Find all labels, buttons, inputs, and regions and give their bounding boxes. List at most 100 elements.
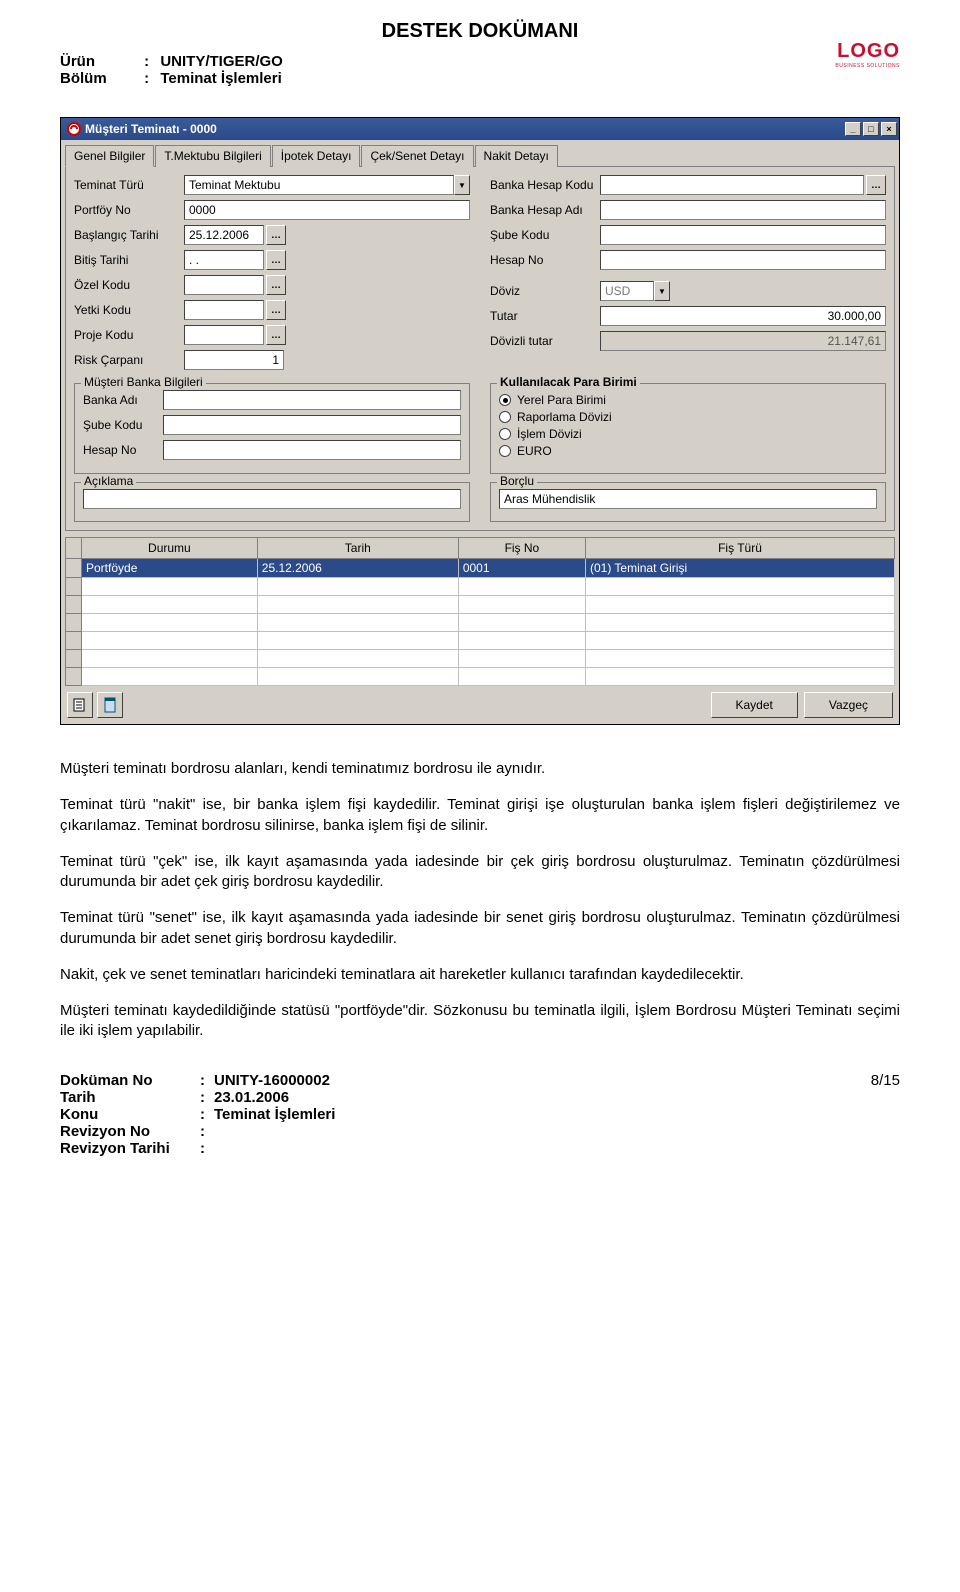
- grid-row[interactable]: [66, 578, 895, 596]
- sube-kodu-label: Şube Kodu: [490, 228, 600, 242]
- grid-row[interactable]: [66, 632, 895, 650]
- radio-raporlama[interactable]: Raporlama Dövizi: [499, 410, 877, 424]
- page-number: 8/15: [871, 1072, 900, 1089]
- left-column: Teminat Türü Teminat Mektubu ▼ Portföy N…: [74, 175, 470, 375]
- para-birimi-title: Kullanılacak Para Birimi: [497, 375, 640, 389]
- paragraph: Müşteri teminatı kaydedildiğinde statüsü…: [60, 1001, 900, 1042]
- chevron-down-icon[interactable]: ▼: [654, 281, 670, 301]
- banka-adi-input[interactable]: [163, 390, 461, 410]
- dovizli-tutar-label: Dövizli tutar: [490, 334, 600, 348]
- bolum-value: Teminat İşlemleri: [160, 70, 281, 87]
- lookup-button[interactable]: …: [266, 325, 286, 345]
- titlebar[interactable]: Müşteri Teminatı - 0000 _ □ ×: [61, 118, 899, 140]
- bitis-tarihi-label: Bitiş Tarihi: [74, 253, 184, 267]
- musteri-banka-group: Müşteri Banka Bilgileri Banka Adı Şube K…: [74, 383, 470, 474]
- aciklama-title: Açıklama: [81, 474, 136, 488]
- close-button[interactable]: ×: [881, 122, 897, 136]
- proje-kodu-input[interactable]: [184, 325, 264, 345]
- minimize-button[interactable]: _: [845, 122, 861, 136]
- tab-panel: Teminat Türü Teminat Mektubu ▼ Portföy N…: [65, 166, 895, 531]
- dovizli-tutar-input: 21.147,61: [600, 331, 886, 351]
- footer-revno-label: Revizyon No: [60, 1123, 200, 1140]
- borclu-title: Borçlu: [497, 474, 537, 488]
- radio-yerel[interactable]: Yerel Para Birimi: [499, 393, 877, 407]
- col-durumu[interactable]: Durumu: [82, 538, 258, 559]
- yetki-kodu-input[interactable]: [184, 300, 264, 320]
- hesap-no-input[interactable]: [600, 250, 886, 270]
- lookup-button[interactable]: …: [266, 275, 286, 295]
- logo-subtext: BUSINESS SOLUTIONS: [835, 63, 900, 69]
- lookup-button[interactable]: …: [866, 175, 886, 195]
- dialog-footer: Kaydet Vazgeç: [61, 686, 899, 724]
- radio-euro[interactable]: EURO: [499, 444, 877, 458]
- cancel-button[interactable]: Vazgeç: [804, 692, 893, 718]
- col-fisno[interactable]: Fiş No: [458, 538, 585, 559]
- portfoy-no-input[interactable]: 0000: [184, 200, 470, 220]
- tab-tmektubu[interactable]: T.Mektubu Bilgileri: [155, 145, 270, 167]
- notes-icon-button[interactable]: [67, 692, 93, 718]
- tab-strip: Genel Bilgiler T.Mektubu Bilgileri İpote…: [61, 140, 899, 166]
- tutar-label: Tutar: [490, 309, 600, 323]
- banka-adi-label: Banka Adı: [83, 393, 163, 407]
- baslangic-tarihi-label: Başlangıç Tarihi: [74, 228, 184, 242]
- sube-kodu-label-2: Şube Kodu: [83, 418, 163, 432]
- footer-konu-value: Teminat İşlemleri: [214, 1106, 335, 1123]
- teminat-turu-select[interactable]: Teminat Mektubu ▼: [184, 175, 470, 195]
- tutar-input[interactable]: 30.000,00: [600, 306, 886, 326]
- document-icon-button[interactable]: [97, 692, 123, 718]
- tab-nakit[interactable]: Nakit Detayı: [475, 145, 558, 167]
- sube-kodu-input-2[interactable]: [163, 415, 461, 435]
- grid-row[interactable]: Portföyde 25.12.2006 0001 (01) Teminat G…: [66, 559, 895, 578]
- risk-carpani-input[interactable]: 1: [184, 350, 284, 370]
- grid-row[interactable]: [66, 650, 895, 668]
- grid-row[interactable]: [66, 668, 895, 686]
- aciklama-input[interactable]: [83, 489, 461, 509]
- grid-area: Durumu Tarih Fiş No Fiş Türü Portföyde 2…: [65, 537, 895, 686]
- banka-hesap-adi-input[interactable]: [600, 200, 886, 220]
- dokuman-no-value: UNITY-16000002: [214, 1072, 330, 1089]
- radio-islem[interactable]: İşlem Dövizi: [499, 427, 877, 441]
- ozel-kodu-input[interactable]: [184, 275, 264, 295]
- right-column: Banka Hesap Kodu … Banka Hesap Adı Şube …: [490, 175, 886, 375]
- radio-icon: [499, 445, 511, 457]
- bitis-tarihi-input[interactable]: . .: [184, 250, 264, 270]
- bolum-label: Bölüm: [60, 70, 140, 87]
- tab-ipotek[interactable]: İpotek Detayı: [272, 145, 361, 167]
- tab-genel-bilgiler[interactable]: Genel Bilgiler: [65, 145, 154, 167]
- risk-carpani-label: Risk Çarpanı: [74, 353, 184, 367]
- paragraph: Teminat türü "nakit" ise, bir banka işle…: [60, 795, 900, 836]
- date-picker-button[interactable]: …: [266, 225, 286, 245]
- footer-konu-label: Konu: [60, 1106, 200, 1123]
- banka-hesap-kodu-input[interactable]: [600, 175, 864, 195]
- teminat-turu-label: Teminat Türü: [74, 178, 184, 192]
- doviz-select[interactable]: USD ▼: [600, 281, 670, 301]
- tab-cek-senet[interactable]: Çek/Senet Detayı: [361, 145, 473, 167]
- baslangic-tarihi-input[interactable]: 25.12.2006: [184, 225, 264, 245]
- footer-tarih-value: 23.01.2006: [214, 1089, 289, 1106]
- paragraph: Müşteri teminatı bordrosu alanları, kend…: [60, 759, 900, 779]
- save-button[interactable]: Kaydet: [711, 692, 798, 718]
- chevron-down-icon[interactable]: ▼: [454, 175, 470, 195]
- sube-kodu-input[interactable]: [600, 225, 886, 245]
- document-header: DESTEK DOKÜMANI Ürün : UNITY/TIGER/GO Bö…: [60, 20, 900, 87]
- doviz-label: Döviz: [490, 284, 600, 298]
- window-title: Müşteri Teminatı - 0000: [85, 122, 843, 136]
- body-text: Müşteri teminatı bordrosu alanları, kend…: [60, 759, 900, 1042]
- col-fisturu[interactable]: Fiş Türü: [585, 538, 894, 559]
- date-picker-button[interactable]: …: [266, 250, 286, 270]
- app-icon: [67, 122, 81, 136]
- footer-tarih-label: Tarih: [60, 1089, 200, 1106]
- transactions-grid[interactable]: Durumu Tarih Fiş No Fiş Türü Portföyde 2…: [65, 537, 895, 686]
- hesap-no-input-2[interactable]: [163, 440, 461, 460]
- borclu-input[interactable]: Aras Mühendislik: [499, 489, 877, 509]
- banka-hesap-adi-label: Banka Hesap Adı: [490, 203, 600, 217]
- col-tarih[interactable]: Tarih: [257, 538, 458, 559]
- borclu-group: Borçlu Aras Mühendislik: [490, 482, 886, 522]
- para-birimi-group: Kullanılacak Para Birimi Yerel Para Biri…: [490, 383, 886, 474]
- lookup-button[interactable]: …: [266, 300, 286, 320]
- grid-row[interactable]: [66, 614, 895, 632]
- paragraph: Nakit, çek ve senet teminatları haricind…: [60, 965, 900, 985]
- grid-row[interactable]: [66, 596, 895, 614]
- maximize-button[interactable]: □: [863, 122, 879, 136]
- ozel-kodu-label: Özel Kodu: [74, 278, 184, 292]
